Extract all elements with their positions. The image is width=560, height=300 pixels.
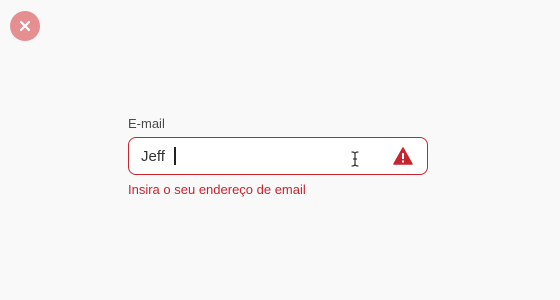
- close-icon: [19, 20, 31, 32]
- close-button[interactable]: [10, 11, 40, 41]
- email-field-label: E-mail: [128, 116, 165, 131]
- text-caret: [174, 147, 176, 165]
- email-error-message: Insira o seu endereço de email: [128, 182, 306, 197]
- email-form-field: E-mail Insira o seu endereço de email: [128, 116, 428, 197]
- email-field[interactable]: [141, 138, 341, 174]
- text-cursor-icon: [351, 151, 359, 167]
- warning-triangle-icon: [393, 147, 413, 165]
- email-input-box[interactable]: [128, 137, 428, 175]
